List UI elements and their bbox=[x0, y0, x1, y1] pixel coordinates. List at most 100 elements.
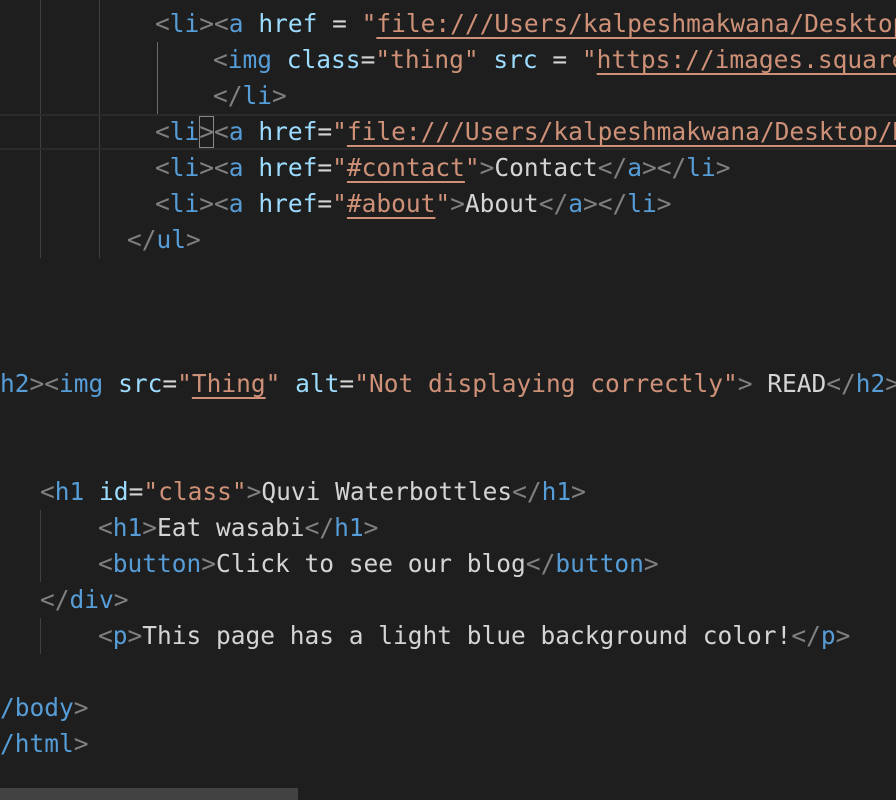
code-token: This page has a light blue background co… bbox=[142, 621, 792, 650]
code-token: = bbox=[537, 45, 582, 74]
code-token: >< bbox=[29, 369, 60, 398]
code-token: href bbox=[258, 189, 318, 218]
code-token: = bbox=[317, 117, 333, 146]
code-line[interactable]: /body> bbox=[0, 690, 89, 726]
code-token: "thing" bbox=[375, 45, 479, 74]
code-token: href bbox=[258, 117, 318, 146]
code-token: < bbox=[98, 621, 113, 650]
code-token: div bbox=[69, 585, 114, 614]
code-token: </ bbox=[127, 225, 157, 254]
code-token: li bbox=[686, 153, 716, 182]
code-line[interactable]: </ul> bbox=[127, 222, 201, 258]
code-token: li bbox=[169, 153, 200, 182]
code-line[interactable]: /html> bbox=[0, 726, 89, 762]
code-line-current[interactable]: <li><a href="file:///Users/kalpeshmakwan… bbox=[0, 114, 896, 150]
code-token: "class" bbox=[143, 477, 247, 506]
code-token: a bbox=[568, 189, 583, 218]
code-token: p bbox=[112, 621, 128, 650]
code-token: href bbox=[258, 9, 318, 38]
code-token: " bbox=[177, 369, 192, 398]
code-token: file:///Users/kalpeshmakwana/Desktop/ bbox=[376, 9, 896, 38]
code-token: Click to see our blog bbox=[216, 549, 526, 578]
code-token: > bbox=[363, 513, 379, 542]
code-token: > bbox=[142, 513, 158, 542]
code-token: li bbox=[169, 117, 200, 146]
indent-guide bbox=[40, 618, 41, 654]
code-token: > bbox=[201, 549, 217, 578]
code-token: < bbox=[155, 9, 170, 38]
code-token: Eat wasabi bbox=[157, 513, 305, 542]
code-token: /html bbox=[0, 729, 74, 758]
code-line[interactable]: <li><a href="#contact">Contact</a></li> bbox=[155, 150, 731, 186]
code-token: = bbox=[360, 45, 376, 74]
code-token: < bbox=[214, 117, 229, 146]
code-token: Thing bbox=[191, 369, 266, 398]
code-token: ></ bbox=[641, 153, 687, 182]
code-line[interactable]: <h1>Eat wasabi</h1> bbox=[98, 510, 378, 546]
code-token: a bbox=[627, 153, 642, 182]
code-token: li bbox=[627, 189, 657, 218]
code-line[interactable]: <button>Click to see our blog</button> bbox=[98, 546, 659, 582]
code-line[interactable]: <h1 id="class">Quvi Waterbottles</h1> bbox=[40, 474, 586, 510]
code-token: </ bbox=[791, 621, 821, 650]
code-line[interactable]: <li><a href = "file:///Users/kalpeshmakw… bbox=[155, 6, 896, 42]
code-line[interactable]: h2><img src="Thing" alt="Not displaying … bbox=[0, 366, 896, 402]
code-token: < bbox=[98, 513, 113, 542]
code-token: > bbox=[113, 585, 129, 614]
code-token: > bbox=[272, 81, 287, 110]
code-token: < bbox=[155, 117, 170, 146]
code-token: h1 bbox=[334, 513, 364, 542]
code-token: a bbox=[228, 189, 244, 218]
code-token: > bbox=[73, 729, 89, 758]
code-token: class bbox=[286, 45, 361, 74]
code-token: READ bbox=[752, 369, 827, 398]
code-token: </ bbox=[826, 369, 856, 398]
code-token: href bbox=[258, 153, 318, 182]
code-token: >< bbox=[199, 9, 229, 38]
code-token: #about bbox=[346, 189, 436, 218]
code-token: = bbox=[339, 369, 355, 398]
code-token: alt bbox=[295, 369, 340, 398]
code-token: </ bbox=[512, 477, 542, 506]
code-token: > bbox=[643, 549, 659, 578]
bracket-match-highlight: > bbox=[199, 116, 215, 148]
code-token: = bbox=[317, 9, 362, 38]
code-token: > bbox=[186, 225, 201, 254]
code-line[interactable]: </li> bbox=[213, 78, 287, 114]
code-token: img bbox=[59, 369, 104, 398]
code-token: a bbox=[228, 117, 244, 146]
code-token: >< bbox=[199, 189, 229, 218]
code-token: < bbox=[98, 549, 113, 578]
horizontal-scrollbar[interactable] bbox=[0, 788, 298, 800]
code-line[interactable]: <p>This page has a light blue background… bbox=[98, 618, 850, 654]
code-line[interactable]: <img class="thing" src = "https://images… bbox=[213, 42, 896, 78]
code-token: = bbox=[317, 153, 333, 182]
code-token: h2 bbox=[0, 369, 30, 398]
indent-guide bbox=[40, 510, 41, 582]
code-token: About bbox=[464, 189, 539, 218]
code-token: li bbox=[169, 9, 200, 38]
code-token: </ bbox=[304, 513, 335, 542]
code-token: h2 bbox=[855, 369, 886, 398]
code-token: a bbox=[228, 153, 244, 182]
code-token: > bbox=[656, 189, 672, 218]
code-token: src bbox=[493, 45, 538, 74]
code-token: </ bbox=[213, 81, 243, 110]
code-token: " bbox=[332, 153, 347, 182]
code-token: id bbox=[99, 477, 129, 506]
code-editor[interactable]: <li><a href = "file:///Users/kalpeshmakw… bbox=[0, 0, 896, 800]
code-token: > bbox=[737, 369, 753, 398]
code-line[interactable]: </div> bbox=[40, 582, 129, 618]
code-token: /body bbox=[0, 693, 74, 722]
code-token: ul bbox=[156, 225, 187, 254]
code-line[interactable]: <li><a href="#about">About</a></li> bbox=[155, 186, 672, 222]
code-token: " bbox=[361, 9, 377, 38]
code-token: < bbox=[155, 189, 170, 218]
code-token: a bbox=[228, 9, 244, 38]
